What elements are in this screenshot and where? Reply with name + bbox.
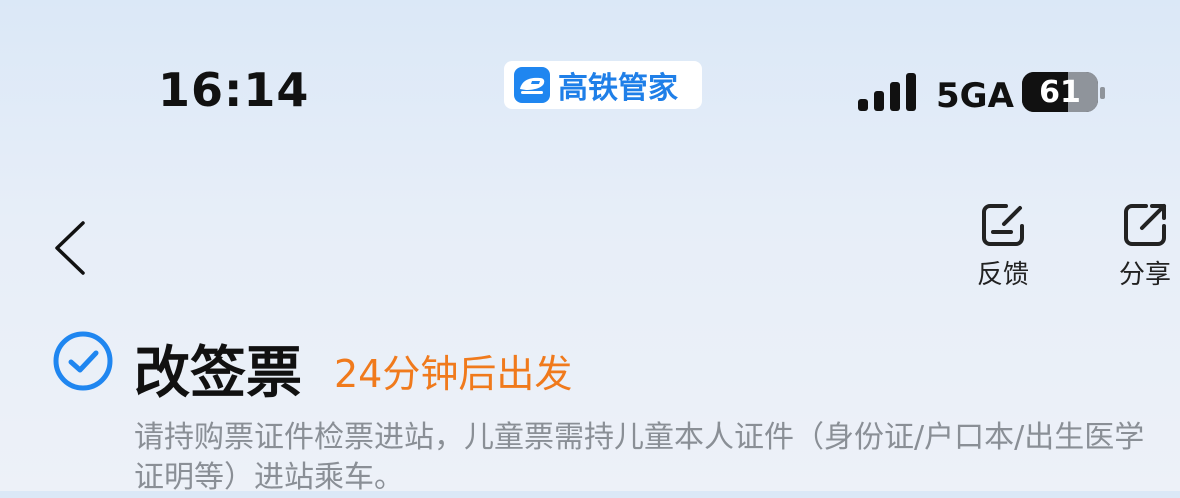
feedback-label: 反馈 [976, 260, 1029, 290]
battery-level: 61 [1039, 74, 1081, 110]
feedback-edit-icon [982, 204, 1024, 246]
boarding-notice: 请持购票证件检票进站，儿童票需持儿童本人证件（身份证/户口本/出生医学证明等）进… [134, 420, 1145, 495]
train-icon [514, 67, 550, 103]
battery-tip [1100, 87, 1105, 99]
cellular-signal-icon [858, 73, 916, 111]
departure-countdown: 24分钟后出发 [334, 352, 573, 396]
app-name: 高铁管家 [558, 71, 678, 106]
share-button[interactable]: 分享 [1110, 202, 1180, 291]
share-label: 分享 [1118, 260, 1171, 290]
app-badge[interactable]: 高铁管家 [504, 61, 702, 109]
status-time: 16:14 [158, 63, 310, 117]
chevron-left-icon [55, 221, 85, 275]
back-button[interactable] [40, 212, 100, 284]
battery-icon: 61 [1022, 72, 1098, 112]
feedback-button[interactable]: 反馈 [968, 202, 1038, 291]
network-type: 5GA [936, 76, 1014, 116]
check-circle-icon [53, 331, 113, 391]
ticket-type-title: 改签票 [134, 341, 302, 406]
share-icon [1124, 204, 1166, 246]
